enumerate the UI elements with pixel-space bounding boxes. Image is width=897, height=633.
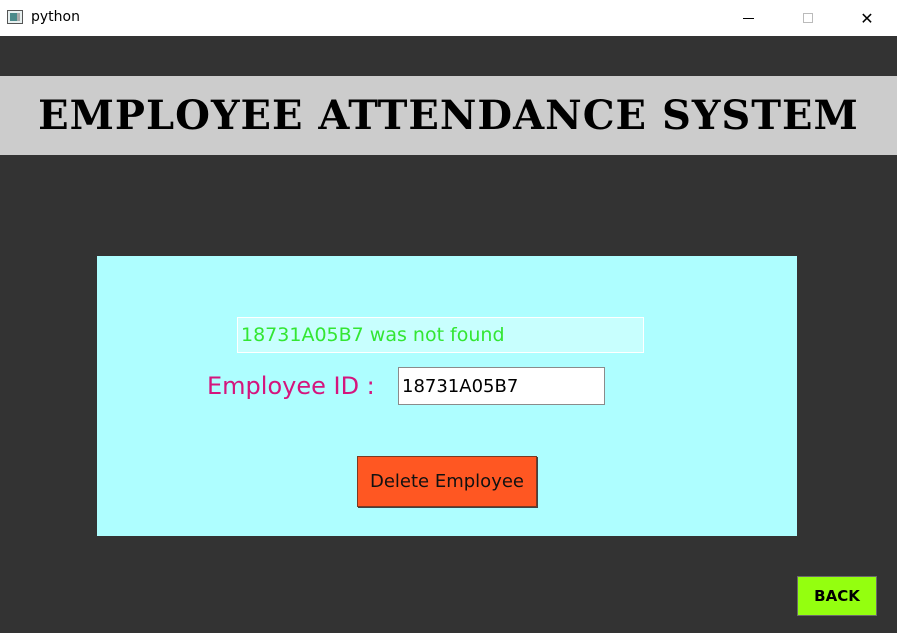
close-button[interactable]: ✕ — [844, 0, 890, 36]
minimize-button[interactable] — [725, 0, 771, 36]
minimize-icon — [742, 17, 754, 19]
app-icon — [7, 10, 23, 24]
maximize-button[interactable] — [785, 0, 831, 36]
close-icon: ✕ — [860, 8, 874, 28]
employee-id-input[interactable] — [398, 367, 605, 405]
back-button[interactable]: BACK — [797, 576, 877, 616]
window-titlebar: python ✕ — [0, 0, 897, 36]
page-title: EMPLOYEE ATTENDANCE SYSTEM — [38, 92, 859, 139]
maximize-icon — [803, 13, 813, 23]
delete-employee-button[interactable]: Delete Employee — [357, 456, 537, 507]
status-message: 18731A05B7 was not found — [237, 317, 644, 353]
header-banner: EMPLOYEE ATTENDANCE SYSTEM — [0, 76, 897, 155]
employee-id-label: Employee ID : — [207, 372, 375, 400]
delete-employee-panel: 18731A05B7 was not found Employee ID : D… — [97, 256, 797, 536]
window-title: python — [31, 9, 80, 25]
